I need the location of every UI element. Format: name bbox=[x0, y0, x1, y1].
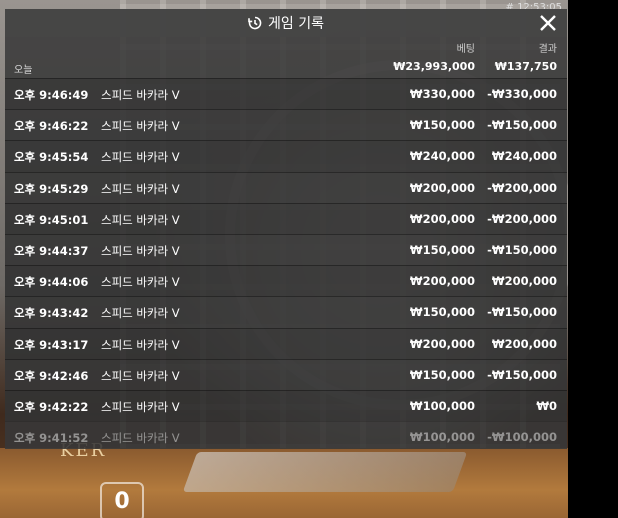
row-bet: ₩200,000 bbox=[409, 336, 475, 351]
row-game: 스피드 바카라 V bbox=[101, 119, 180, 134]
row-game: 스피드 바카라 V bbox=[101, 399, 180, 414]
row-time: 오후 9:42:22 bbox=[14, 399, 89, 414]
row-game: 스피드 바카라 V bbox=[101, 88, 180, 102]
row-bet: ₩150,000 bbox=[409, 242, 475, 257]
history-row[interactable]: 오후 9:43:42 스피드 바카라 V ₩150,000 -₩150,000 bbox=[5, 296, 567, 328]
history-row[interactable]: 오후 9:43:17 스피드 바카라 V ₩200,000 ₩200,000 bbox=[5, 327, 567, 359]
summary-label: 오늘 bbox=[14, 65, 33, 76]
history-row[interactable]: 오후 9:42:22 스피드 바카라 V ₩100,000 ₩0 bbox=[5, 389, 567, 422]
summary-result: ₩137,750 bbox=[494, 60, 557, 73]
row-time: 오후 9:43:17 bbox=[14, 337, 89, 352]
history-list: 오후 9:46:49 스피드 바카라 V ₩330,000 -₩330,000 … bbox=[5, 78, 567, 449]
history-row[interactable]: 오후 9:42:46 스피드 바카라 V ₩150,000 -₩150,000 bbox=[5, 358, 567, 390]
row-result: -₩150,000 bbox=[487, 242, 557, 257]
card-shoe bbox=[182, 452, 468, 492]
row-bet: ₩150,000 bbox=[409, 367, 475, 382]
row-game: 스피드 바카라 V bbox=[101, 243, 180, 258]
row-bet: ₩150,000 bbox=[409, 118, 475, 133]
row-game: 스피드 바카라 V bbox=[101, 306, 180, 321]
column-header-result: 결과 bbox=[538, 44, 557, 55]
row-result: -₩150,000 bbox=[487, 118, 557, 133]
panel-title: 게임 기록 bbox=[268, 16, 324, 32]
row-result: ₩200,000 bbox=[491, 274, 557, 289]
row-result: -₩150,000 bbox=[487, 305, 557, 320]
row-result: ₩0 bbox=[536, 398, 557, 413]
row-bet: ₩330,000 bbox=[409, 87, 475, 101]
history-icon bbox=[248, 16, 262, 30]
row-game: 스피드 바카라 V bbox=[101, 337, 180, 352]
history-row[interactable]: 오후 9:45:29 스피드 바카라 V ₩200,000 -₩200,000 bbox=[5, 171, 567, 203]
row-bet: ₩200,000 bbox=[409, 274, 475, 289]
column-headers: 베팅 결과 bbox=[5, 37, 567, 57]
panel-title-wrap: 게임 기록 bbox=[248, 13, 324, 33]
row-result: -₩330,000 bbox=[487, 87, 557, 101]
row-bet: ₩150,000 bbox=[409, 305, 475, 320]
history-row[interactable]: 오후 9:41:52 스피드 바카라 V ₩100,000 -₩100,000 bbox=[5, 421, 567, 449]
row-time: 오후 9:45:01 bbox=[14, 212, 89, 227]
row-result: ₩240,000 bbox=[491, 149, 557, 164]
row-bet: ₩200,000 bbox=[409, 211, 475, 226]
row-result: -₩200,000 bbox=[487, 211, 557, 226]
row-result: -₩150,000 bbox=[487, 367, 557, 382]
history-row[interactable]: 오후 9:44:06 스피드 바카라 V ₩200,000 ₩200,000 bbox=[5, 265, 567, 297]
row-bet: ₩100,000 bbox=[409, 398, 475, 413]
row-result: -₩100,000 bbox=[487, 430, 557, 445]
row-result: ₩200,000 bbox=[491, 336, 557, 351]
row-result: -₩200,000 bbox=[487, 180, 557, 195]
column-header-bet: 베팅 bbox=[456, 44, 475, 55]
history-row[interactable]: 오후 9:44:37 스피드 바카라 V ₩150,000 -₩150,000 bbox=[5, 233, 567, 266]
side-black-strip bbox=[568, 0, 618, 518]
row-game: 스피드 바카라 V bbox=[101, 150, 180, 165]
row-time: 오후 9:42:46 bbox=[14, 368, 89, 383]
history-row[interactable]: 오후 9:46:22 스피드 바카라 V ₩150,000 -₩150,000 bbox=[5, 109, 567, 141]
row-time: 오후 9:46:22 bbox=[14, 119, 89, 134]
row-bet: ₩240,000 bbox=[409, 149, 475, 164]
close-icon[interactable] bbox=[539, 14, 557, 32]
row-time: 오후 9:45:54 bbox=[14, 150, 89, 165]
panel-header: 게임 기록 bbox=[5, 9, 567, 37]
row-game: 스피드 바카라 V bbox=[101, 275, 180, 290]
row-bet: ₩100,000 bbox=[409, 430, 475, 445]
row-bet: ₩200,000 bbox=[409, 180, 475, 195]
row-game: 스피드 바카라 V bbox=[101, 368, 180, 383]
summary-bet: ₩23,993,000 bbox=[393, 60, 475, 73]
game-history-panel: 게임 기록 베팅 결과 오늘 ₩23,993,000 ₩137,750 오후 9… bbox=[5, 9, 567, 449]
row-game: 스피드 바카라 V bbox=[101, 181, 180, 196]
history-row[interactable]: 오후 9:46:49 스피드 바카라 V ₩330,000 -₩330,000 bbox=[5, 78, 567, 110]
row-time: 오후 9:43:42 bbox=[14, 306, 89, 321]
today-summary: 오늘 ₩23,993,000 ₩137,750 bbox=[5, 57, 567, 78]
row-time: 오후 9:45:29 bbox=[14, 181, 89, 196]
row-game: 스피드 바카라 V bbox=[101, 212, 180, 227]
history-row[interactable]: 오후 9:45:54 스피드 바카라 V ₩240,000 ₩240,000 bbox=[5, 140, 567, 172]
row-time: 오후 9:44:37 bbox=[14, 243, 89, 258]
row-time: 오후 9:44:06 bbox=[14, 275, 89, 290]
row-time: 오후 9:46:49 bbox=[14, 88, 89, 102]
row-time: 오후 9:41:52 bbox=[14, 431, 89, 446]
row-game: 스피드 바카라 V bbox=[101, 431, 180, 446]
score-box: 0 bbox=[100, 482, 144, 518]
history-row[interactable]: 오후 9:45:01 스피드 바카라 V ₩200,000 -₩200,000 bbox=[5, 202, 567, 234]
